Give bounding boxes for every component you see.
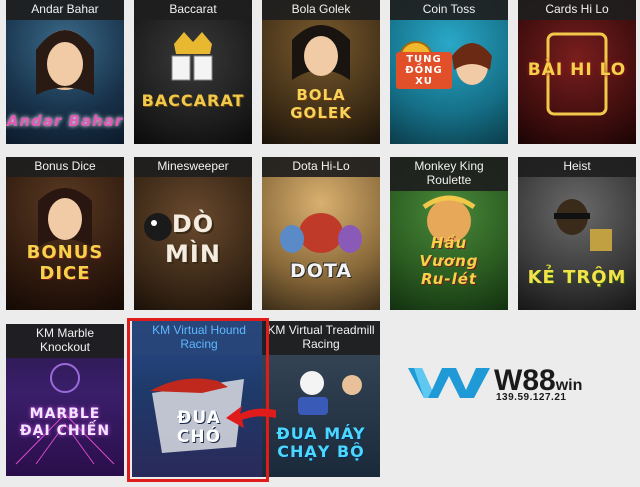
- game-tile-bonus-dice[interactable]: Bonus Dice BONUS DICE: [6, 157, 124, 310]
- game-tile-monkey-king-roulette[interactable]: Monkey King Roulette Hầu Vương Ru-lét: [390, 157, 508, 310]
- game-tile-heist[interactable]: Heist KẺ TRỘM: [518, 157, 636, 310]
- game-logo: Andar Bahar: [6, 112, 124, 130]
- game-label: KM Virtual Hound Racing: [132, 321, 266, 355]
- game-tile-andar-bahar[interactable]: Andar Bahar Andar Bahar: [6, 0, 124, 144]
- red-arrow-icon: [226, 406, 276, 428]
- game-tile-km-marble-knockout[interactable]: KM Marble Knockout MARBLE ĐẠI CHIẾN: [6, 324, 124, 476]
- game-tile-cards-hi-lo[interactable]: Cards Hi Lo BÀI HI LO: [518, 0, 636, 144]
- game-tile-km-virtual-treadmill-racing[interactable]: KM Virtual Treadmill Racing ĐUA MÁY CHẠY…: [262, 321, 380, 477]
- game-label: Dota Hi-Lo: [262, 157, 380, 177]
- game-logo: BÀI HI LO: [527, 60, 627, 80]
- game-logo: ĐUA MÁY CHẠY BỘ: [276, 424, 366, 461]
- game-logo: BOLA GOLEK: [290, 86, 352, 122]
- game-tile-coin-toss[interactable]: Coin Toss TUNG ĐỒNG XU: [390, 0, 508, 144]
- game-tile-bola-golek[interactable]: Bola Golek BOLA GOLEK: [262, 0, 380, 144]
- game-tile-baccarat[interactable]: Baccarat BACCARAT: [134, 0, 252, 144]
- game-label: Cards Hi Lo: [518, 0, 636, 20]
- game-logo: DÒ MÌN: [165, 210, 221, 268]
- game-label: Andar Bahar: [6, 0, 124, 20]
- game-art: [134, 0, 252, 144]
- game-label: KM Marble Knockout: [6, 324, 124, 358]
- game-label: Monkey King Roulette: [390, 157, 508, 191]
- game-label: KM Virtual Treadmill Racing: [262, 321, 380, 355]
- brand: W88win 139.59.127.21: [408, 362, 608, 406]
- game-logo: MARBLE ĐẠI CHIẾN: [19, 406, 111, 439]
- game-logo: KẺ TRỘM: [527, 267, 627, 288]
- game-label: Minesweeper: [134, 157, 252, 177]
- game-logo: TUNG ĐỒNG XU: [396, 52, 452, 89]
- game-label: Coin Toss: [390, 0, 508, 20]
- game-label: Bonus Dice: [6, 157, 124, 177]
- game-label: Baccarat: [134, 0, 252, 20]
- game-tile-km-virtual-hound-racing[interactable]: KM Virtual Hound Racing ĐUA CHÓ: [132, 321, 266, 477]
- brand-ip: 139.59.127.21: [496, 392, 567, 403]
- game-tile-minesweeper[interactable]: Minesweeper DÒ MÌN: [134, 157, 252, 310]
- game-logo: DOTA: [289, 260, 353, 282]
- game-logo: Hầu Vương Ru-lét: [419, 234, 479, 288]
- game-art: [6, 157, 124, 310]
- game-logo: BONUS DICE: [26, 242, 104, 284]
- game-label: Heist: [518, 157, 636, 177]
- w88-logo-icon: [408, 368, 490, 398]
- game-art: [262, 157, 380, 310]
- game-tile-dota-hi-lo[interactable]: Dota Hi-Lo DOTA: [262, 157, 380, 310]
- game-label: Bola Golek: [262, 0, 380, 20]
- game-logo: BACCARAT: [141, 91, 245, 110]
- game-art: [262, 0, 380, 144]
